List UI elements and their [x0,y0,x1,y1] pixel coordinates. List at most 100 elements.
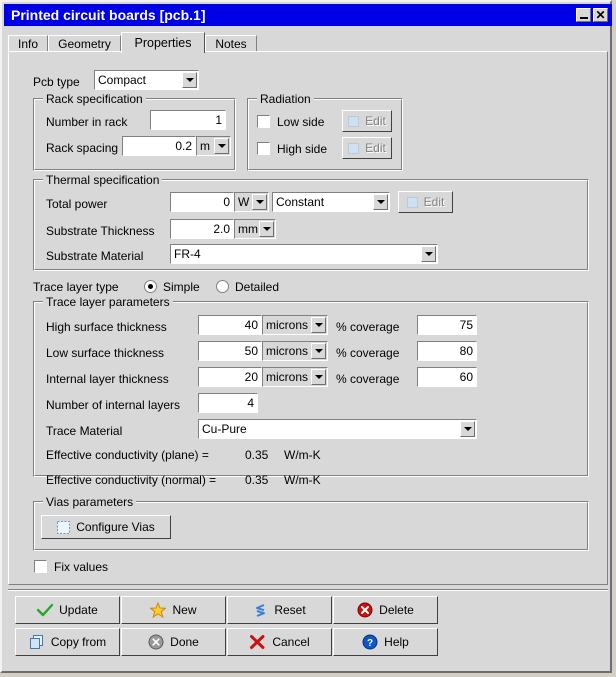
edit-icon [348,115,360,127]
chevron-down-icon[interactable] [460,421,475,437]
total-power-input[interactable]: 0 [170,192,234,212]
tab-info[interactable]: Info [8,35,48,52]
low-side-label: Low side [277,115,325,129]
conductivity-plane-value: 0.35 [245,448,269,462]
total-power-unit-combo[interactable]: W [234,192,269,212]
fix-values-checkbox[interactable] [34,560,47,573]
rack-spacing-label: Rack spacing [46,141,119,155]
number-in-rack-label: Number in rack [46,115,128,129]
cancel-icon [249,634,266,650]
internal-layer-coverage-input[interactable]: 60 [417,367,477,387]
copy-from-label: Copy from [50,635,107,649]
substrate-material-label: Substrate Material [46,249,144,263]
low-surface-thickness-unit-value: microns [266,344,309,358]
trace-layer-type-detailed-label: Detailed [235,280,280,294]
tab-label: Properties [134,36,192,50]
number-internal-layers-label: Number of internal layers [46,398,181,412]
chevron-down-icon[interactable] [373,194,388,210]
rack-specification-group [33,98,236,171]
chevron-down-icon[interactable] [311,343,326,359]
tab-label: Notes [215,37,247,51]
edit-icon [348,142,360,154]
copy-from-button[interactable]: Copy from [15,628,120,656]
tab-geometry[interactable]: Geometry [48,35,121,52]
internal-layer-thickness-input[interactable]: 20 [198,367,262,387]
chevron-down-icon[interactable] [311,317,326,333]
number-internal-layers-input[interactable]: 4 [198,393,258,413]
radiation-group [247,98,403,171]
copy-icon [29,634,45,650]
done-icon [148,634,164,650]
dialog-window: Printed circuit boards [pcb.1] ✕ Info Ge… [0,0,612,673]
number-in-rack-input[interactable]: 1 [150,110,226,130]
chevron-down-icon[interactable] [259,221,274,237]
substrate-thickness-unit-value: mm [238,222,258,236]
svg-text:?: ? [367,638,373,649]
total-power-unit-value: W [238,195,250,209]
trace-material-combo[interactable]: Cu-Pure [198,419,477,439]
trace-layer-type-detailed-radio[interactable] [216,280,229,293]
internal-layer-coverage-label: % coverage [336,372,400,386]
low-side-edit-button[interactable]: Edit [342,110,392,132]
chevron-down-icon[interactable] [421,246,436,262]
low-surface-coverage-input[interactable]: 80 [417,341,477,361]
high-surface-coverage-input[interactable]: 75 [417,315,477,335]
high-side-edit-label: Edit [365,141,386,155]
internal-layer-thickness-unit-combo[interactable]: microns [262,367,328,387]
update-button[interactable]: Update [15,596,120,624]
power-edit-button[interactable]: Edit [398,191,453,213]
edit-icon [406,196,418,208]
substrate-thickness-label: Substrate Thickness [46,224,155,238]
rack-spacing-unit-value: m [200,139,210,153]
internal-layer-thickness-label: Internal layer thickness [46,372,169,386]
chevron-down-icon[interactable] [252,194,267,210]
low-surface-thickness-unit-combo[interactable]: microns [262,341,328,361]
cancel-button[interactable]: Cancel [227,628,332,656]
pcb-type-label: Pcb type [33,75,80,89]
trace-material-value: Cu-Pure [202,422,247,436]
high-surface-thickness-unit-combo[interactable]: microns [262,315,328,335]
high-surface-thickness-input[interactable]: 40 [198,315,262,335]
high-surface-thickness-unit-value: microns [266,318,309,332]
conductivity-plane-unit: W/m-K [284,448,321,462]
conductivity-plane-label: Effective conductivity (plane) = [46,448,209,462]
chevron-down-icon[interactable] [182,72,197,88]
substrate-material-value: FR-4 [174,247,201,261]
total-power-label: Total power [46,197,108,211]
delete-button[interactable]: Delete [333,596,438,624]
tab-properties[interactable]: Properties [121,32,205,53]
button-area-separator [8,589,608,591]
high-side-checkbox[interactable] [257,142,270,155]
pcb-type-combo[interactable]: Compact [94,70,199,90]
high-surface-coverage-label: % coverage [336,320,400,334]
pcb-type-value: Compact [98,73,147,87]
substrate-thickness-input[interactable]: 2.0 [170,219,234,239]
cancel-label: Cancel [272,635,310,649]
low-surface-thickness-label: Low surface thickness [46,346,165,360]
new-button[interactable]: New [121,596,226,624]
substrate-thickness-unit-combo[interactable]: mm [234,219,276,239]
done-button[interactable]: Done [121,628,226,656]
reset-button[interactable]: Reset [227,596,332,624]
rack-spacing-input[interactable]: 0.2 [122,136,196,156]
trace-material-label: Trace Material [46,424,123,438]
tab-notes[interactable]: Notes [205,35,257,52]
thermal-specification-title: Thermal specification [43,173,163,187]
minimize-icon[interactable] [576,8,591,22]
substrate-material-combo[interactable]: FR-4 [170,244,438,264]
low-side-checkbox[interactable] [257,115,270,128]
close-icon[interactable]: ✕ [593,8,608,22]
trace-layer-type-simple-radio[interactable] [144,280,157,293]
rack-spacing-unit-combo[interactable]: m [196,136,231,156]
power-type-combo[interactable]: Constant [272,192,390,212]
chevron-down-icon[interactable] [311,369,326,385]
high-side-label: High side [277,142,328,156]
star-icon [150,602,167,618]
high-side-edit-button[interactable]: Edit [342,137,392,159]
help-icon: ? [362,634,378,650]
low-surface-thickness-input[interactable]: 50 [198,341,262,361]
refresh-icon [253,603,268,618]
help-button[interactable]: ? Help [333,628,438,656]
configure-vias-button[interactable]: Configure Vias [41,515,171,539]
chevron-down-icon[interactable] [214,138,229,154]
